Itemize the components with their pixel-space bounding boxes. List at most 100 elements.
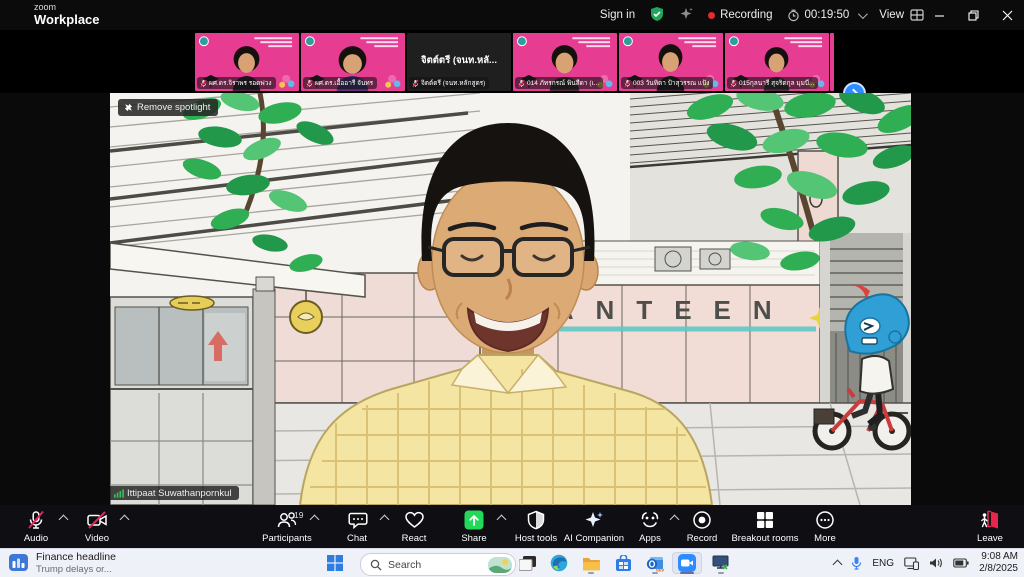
spotlight-video[interactable]: CANTEEN	[110, 93, 911, 505]
search-icon	[370, 559, 382, 571]
record-icon	[691, 509, 713, 531]
participant-name-label: 014 ภัทรกรณ์ พินสีดา (เ...	[515, 77, 603, 89]
breakout-rooms-icon	[754, 509, 776, 531]
widgets-weather-icon	[8, 552, 29, 573]
search-daily-image[interactable]	[488, 557, 512, 573]
participant-tile[interactable]: จิตต์ตรี (จนท.หลั... จิตต์ตรี (จนท.หลักส…	[407, 33, 511, 91]
apps-icon	[639, 509, 661, 531]
mic-off-icon	[624, 79, 631, 88]
open-app-indicator	[588, 572, 594, 575]
participant-tile[interactable]: 003 วันทิตา ป้าสุวรรณ แป้ง	[619, 33, 723, 91]
leave-door-icon	[978, 509, 1002, 531]
participants-button[interactable]: Participants 19	[252, 508, 322, 548]
file-explorer-icon[interactable]	[576, 552, 606, 574]
mic-off-icon	[306, 79, 313, 88]
outlook-icon[interactable]: NEW	[640, 552, 670, 574]
view-label: View	[879, 9, 904, 21]
shield-check-icon[interactable]	[649, 6, 665, 25]
speaker-nametag: Ittipaat Suwathanpornkul	[110, 486, 239, 500]
microsoft-store-icon[interactable]	[608, 552, 638, 574]
mic-off-icon	[25, 509, 47, 531]
participant-name-label: ผศ.ดร.จิราพร รอดพ่วง	[197, 77, 276, 89]
virtual-background-canteen: CANTEEN	[110, 93, 911, 505]
title-bar: zoom Workplace Sign in Recording 00:19:5…	[0, 0, 1024, 30]
sign-in-link[interactable]: Sign in	[600, 9, 635, 21]
participant-name-label: 015กุลนารี สุจริตกุล มุมบี...	[727, 77, 818, 89]
timer-value: 00:19:50	[805, 9, 850, 21]
spotlight-pin-icon	[124, 103, 133, 112]
participants-count: 19	[294, 510, 303, 520]
participant-name-label: 003 วันทิตา ป้าสุวรรณ แป้ง	[621, 77, 713, 89]
recording-label: Recording	[720, 9, 772, 21]
volume-icon[interactable]	[929, 557, 943, 569]
participant-tile[interactable]: 015กุลนารี สุจริตกุล มุมบี...	[725, 33, 829, 91]
clock-date: 2/8/2025	[979, 563, 1018, 576]
language-indicator[interactable]: ENG	[872, 558, 894, 569]
remove-spotlight-label: Remove spotlight	[137, 102, 210, 113]
mic-off-icon	[518, 79, 525, 88]
share-screen-icon	[463, 509, 485, 531]
ai-companion-sparkle-icon	[583, 509, 605, 531]
mic-off-icon	[200, 79, 207, 88]
edge-browser-icon[interactable]	[544, 552, 574, 574]
recording-dot-icon	[708, 12, 715, 19]
meeting-timer[interactable]: 00:19:50	[787, 9, 866, 22]
active-app-indicator	[680, 572, 694, 575]
brand-workplace-label: Workplace	[34, 13, 100, 26]
share-button[interactable]: Share	[439, 508, 509, 548]
clock-time: 9:08 AM	[979, 551, 1018, 564]
view-button[interactable]: View	[879, 9, 924, 21]
widget-headline: Finance headline	[36, 551, 116, 564]
participant-tile[interactable]: ผศ.ดร.เอื้ออารี จันทร	[301, 33, 405, 91]
windows-logo-icon	[327, 555, 343, 571]
remote-desktop-icon[interactable]	[706, 552, 736, 574]
sparkle-icon[interactable]	[679, 6, 694, 24]
participant-tile-partial	[830, 33, 834, 91]
camera-off-icon	[85, 509, 109, 531]
speaker-name-label: Ittipaat Suwathanpornkul	[127, 488, 232, 499]
start-button[interactable]	[320, 552, 350, 574]
chat-icon	[346, 509, 368, 531]
participant-name-label: จิตต์ตรี (จนท.หลักสูตร)	[409, 77, 489, 89]
participant-name-label: ผศ.ดร.เอื้ออารี จันทร	[303, 77, 377, 89]
open-app-indicator	[652, 572, 658, 575]
zoom-toolbar: Audio Video Participants 19 Chat	[0, 505, 1024, 548]
task-view-icon	[519, 556, 536, 571]
chevron-down-icon[interactable]	[858, 9, 868, 19]
taskbar-widget[interactable]: Finance headline Trump delays or...	[8, 551, 116, 575]
search-box[interactable]: Search	[360, 553, 516, 576]
mic-off-icon	[730, 79, 737, 88]
brand-zoom-label: zoom	[34, 3, 100, 12]
mic-off-icon	[412, 79, 419, 88]
video-button[interactable]: Video	[62, 508, 132, 548]
heart-icon	[403, 509, 426, 531]
recording-indicator[interactable]: Recording	[708, 9, 772, 21]
remove-spotlight-button[interactable]: Remove spotlight	[118, 99, 218, 116]
windows-taskbar: Finance headline Trump delays or... Sear…	[0, 548, 1024, 577]
audio-button[interactable]: Audio	[1, 508, 71, 548]
more-ellipsis-icon	[814, 509, 836, 531]
search-placeholder: Search	[388, 559, 421, 571]
participant-tile[interactable]: 014 ภัทรกรณ์ พินสีดา (เ...	[513, 33, 617, 91]
participant-filmstrip: ผศ.ดร.จิราพร รอดพ่วง ผศ.ดร.เอื้ออารี จัน…	[0, 30, 1024, 93]
leave-button[interactable]: Leave	[955, 508, 1024, 548]
zoom-workplace-brand: zoom Workplace	[34, 3, 100, 26]
video-stage: CANTEEN	[0, 93, 1024, 505]
signal-bars-icon	[114, 489, 124, 498]
tray-expand-chevron-icon[interactable]	[833, 559, 843, 569]
zoom-app-icon[interactable]	[672, 552, 702, 574]
minimize-button[interactable]	[922, 0, 956, 30]
widget-subheadline: Trump delays or...	[36, 564, 116, 575]
cast-screen-icon[interactable]	[904, 557, 919, 570]
participant-tile[interactable]: ผศ.ดร.จิราพร รอดพ่วง	[195, 33, 299, 91]
task-view-button[interactable]	[512, 552, 542, 574]
taskbar-clock[interactable]: 9:08 AM 2/8/2025	[979, 551, 1018, 576]
close-button[interactable]	[990, 0, 1024, 30]
clock-icon	[787, 9, 800, 22]
tray-mic-icon[interactable]	[851, 556, 862, 570]
open-app-indicator	[718, 572, 724, 575]
more-button[interactable]: More	[794, 508, 856, 548]
restore-button[interactable]	[956, 0, 990, 30]
shield-icon	[525, 509, 547, 531]
battery-icon[interactable]	[953, 558, 969, 568]
